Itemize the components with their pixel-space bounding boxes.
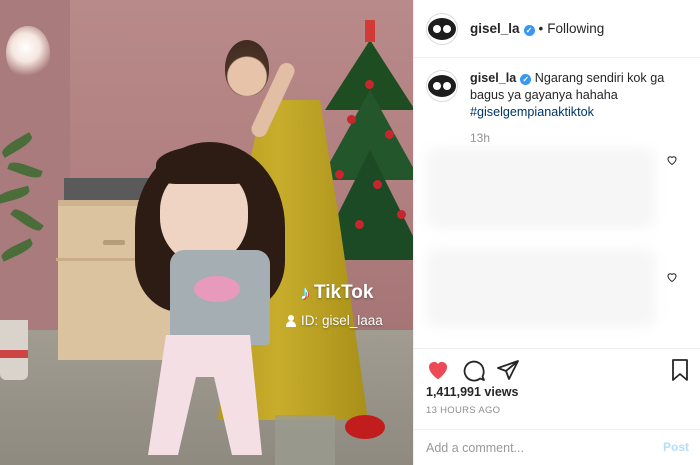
comment-input[interactable] <box>426 439 646 457</box>
wall-lamp <box>6 26 50 80</box>
tiktok-id-watermark: ID: gisel_laaa <box>285 313 383 328</box>
verified-badge-icon: ✓ <box>520 74 532 85</box>
post-actions: 1,411,991 views 13 HOURS AGO Post <box>414 348 700 464</box>
share-icon[interactable] <box>496 358 520 382</box>
caption: gisel_la ✓ Ngarang sendiri kok ga bagus y… <box>426 70 696 147</box>
following-button[interactable]: Following <box>547 21 604 36</box>
caption-time[interactable]: 13h <box>470 130 696 147</box>
username-link[interactable]: gisel_la ✓ <box>470 21 535 36</box>
post-info-panel: gisel_la ✓ • Following gisel_la ✓ Ngarang … <box>413 0 700 465</box>
verified-badge-icon: ✓ <box>523 25 535 36</box>
plant <box>0 120 48 300</box>
avatar[interactable] <box>426 12 458 45</box>
blurred-comment <box>426 248 656 328</box>
post-header: gisel_la ✓ • Following <box>414 0 700 58</box>
post-comment-button[interactable]: Post <box>663 440 689 454</box>
blurred-comment <box>426 148 656 228</box>
hashtag-link[interactable]: #giselgempianaktiktok <box>470 105 594 119</box>
person-icon <box>285 314 297 327</box>
post-video[interactable]: ♪ TikTok ID: gisel_laaa <box>0 0 413 465</box>
caption-avatar[interactable] <box>426 70 458 102</box>
view-count[interactable]: 1,411,991 views <box>426 385 518 399</box>
comment-like-icon[interactable] <box>666 270 678 283</box>
tiktok-watermark: ♪ TikTok <box>300 281 374 304</box>
bookmark-icon[interactable] <box>668 358 692 382</box>
comment-like-icon[interactable] <box>666 153 678 166</box>
caption-username[interactable]: gisel_la <box>470 71 516 85</box>
comment-icon[interactable] <box>462 358 486 382</box>
post-timestamp[interactable]: 13 HOURS AGO <box>426 405 500 416</box>
tiktok-icon: ♪ <box>300 281 310 304</box>
heart-filled-icon[interactable] <box>426 358 450 382</box>
comment-form: Post <box>414 429 700 465</box>
